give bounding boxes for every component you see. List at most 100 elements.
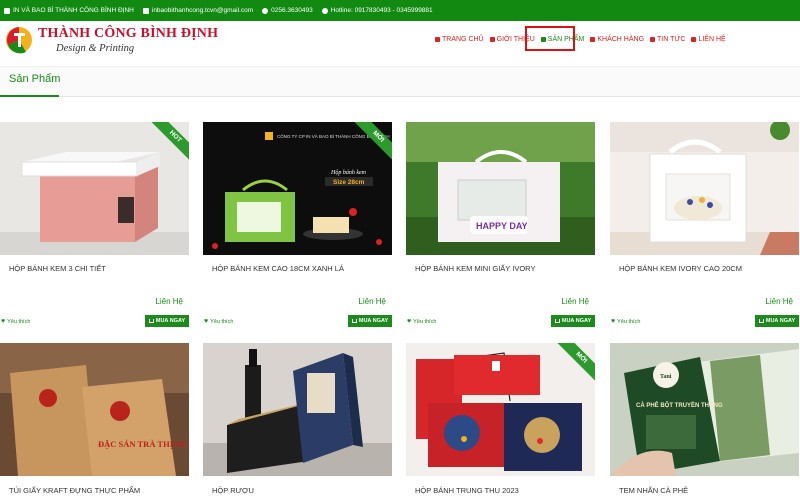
mini-cake-box-image: HAPPY DAY bbox=[406, 122, 595, 255]
site-header: THÀNH CÔNG BÌNH ĐỊNH Design & Printing T… bbox=[0, 21, 800, 67]
product-image[interactable] bbox=[610, 122, 799, 255]
nav-label: LIÊN HỆ bbox=[698, 35, 726, 43]
image-script-text: Hộp bánh kem bbox=[330, 170, 367, 176]
product-name[interactable]: HỘP BÁNH KEM IVORY CAO 20CM bbox=[619, 264, 742, 273]
product-name[interactable]: HỘP BÁNH KEM CAO 18CM XANH LÁ bbox=[212, 264, 344, 273]
coffee-label-image: Tani CÀ PHÊ BỘT TRUYỀN THỐNG bbox=[610, 343, 799, 476]
email-item[interactable]: inbaobithanhcong.tcvn@gmail.com bbox=[142, 7, 253, 14]
product-price: Liên Hệ bbox=[358, 297, 386, 306]
product-card[interactable]: MỚI HỘP BÁNH TRUNG THU 2023 bbox=[406, 343, 595, 498]
hotline-item[interactable]: Hotline: 0917830493 - 0345999881 bbox=[321, 7, 433, 14]
section-header bbox=[0, 67, 800, 97]
company-item: IN VÀ BAO BÌ THÀNH CÔNG BÌNH ĐỊNH bbox=[4, 7, 134, 14]
product-card[interactable]: HỘP RƯỢU bbox=[203, 343, 392, 498]
product-image[interactable]: ĐẶC SẢN TRÀ THỊNH PHÁT bbox=[0, 343, 189, 476]
buy-now-button[interactable]: MUA NGAY bbox=[551, 315, 595, 327]
phone-text[interactable]: 0256.3630493 bbox=[271, 7, 313, 14]
favorite-label: Yêu thích bbox=[7, 318, 31, 325]
wine-box-image bbox=[203, 343, 392, 476]
section-underline bbox=[0, 95, 59, 97]
buy-now-button[interactable]: MUA NGAY bbox=[755, 315, 799, 327]
heart-icon: ♥ bbox=[204, 318, 209, 325]
brand-logo[interactable] bbox=[4, 23, 36, 55]
nav-highlight-box bbox=[525, 26, 575, 51]
svg-text:Tani: Tani bbox=[660, 374, 672, 380]
favorite-toggle[interactable]: ♥ Yêu thích bbox=[611, 318, 640, 325]
favorite-label: Yêu thích bbox=[617, 318, 641, 325]
cart-icon bbox=[148, 319, 154, 323]
product-name[interactable]: HỘP BÁNH KEM 3 CHI TIẾT bbox=[9, 264, 106, 273]
home-icon bbox=[435, 36, 440, 42]
product-name[interactable]: TÚI GIẤY KRAFT ĐỰNG THỰC PHẨM bbox=[9, 486, 140, 495]
green-cake-box-image: CÔNG TY CP IN VÀ BAO BÌ THÀNH CÔNG BÌNH … bbox=[203, 122, 392, 255]
product-card[interactable]: HOT HỘP BÁNH KEM 3 CHI TIẾT Liên Hệ ♥ Yêu… bbox=[0, 122, 189, 332]
product-name[interactable]: HỘP BÁNH TRUNG THU 2023 bbox=[415, 486, 519, 495]
brand-name[interactable]: THÀNH CÔNG BÌNH ĐỊNH bbox=[38, 26, 218, 42]
nav-label: TRANG CHỦ bbox=[442, 35, 484, 43]
buy-label: MUA NGAY bbox=[358, 318, 389, 324]
kraft-bag-image: ĐẶC SẢN TRÀ THỊNH PHÁT bbox=[0, 343, 189, 476]
buy-now-button[interactable]: MUA NGAY bbox=[348, 315, 392, 327]
nav-customers[interactable]: KHÁCH HÀNG bbox=[587, 32, 647, 46]
favorite-label: Yêu thích bbox=[413, 318, 437, 325]
product-name[interactable]: TEM NHÃN CÀ PHÊ bbox=[619, 486, 688, 495]
news-icon bbox=[650, 36, 656, 42]
product-name[interactable]: HỘP RƯỢU bbox=[212, 486, 254, 495]
phone-item[interactable]: 0256.3630493 bbox=[262, 7, 313, 14]
cake-box-image bbox=[0, 122, 189, 255]
buy-label: MUA NGAY bbox=[155, 318, 186, 324]
nav-label: TIN TỨC bbox=[657, 35, 686, 43]
heart-icon: ♥ bbox=[611, 318, 616, 325]
product-image[interactable] bbox=[203, 343, 392, 476]
info-icon bbox=[489, 36, 495, 42]
image-sticker-text: HAPPY DAY bbox=[476, 221, 528, 231]
product-card[interactable]: HAPPY DAY HỘP BÁNH KEM MINI GIẤY IVORY L… bbox=[406, 122, 595, 332]
image-bag-text: ĐẶC SẢN TRÀ THỊNH PHÁT bbox=[98, 439, 189, 449]
product-image[interactable]: HAPPY DAY bbox=[406, 122, 595, 255]
brand-block[interactable]: THÀNH CÔNG BÌNH ĐỊNH Design & Printing bbox=[38, 26, 218, 54]
hotline-text[interactable]: Hotline: 0917830493 - 0345999881 bbox=[331, 7, 433, 14]
mooncake-box-image bbox=[406, 343, 595, 476]
phone-icon bbox=[262, 7, 269, 14]
printer-icon bbox=[4, 7, 10, 14]
nav-news[interactable]: TIN TỨC bbox=[647, 32, 688, 46]
cart-icon bbox=[554, 319, 560, 323]
product-price: Liên Hệ bbox=[155, 297, 183, 306]
email-text[interactable]: inbaobithanhcong.tcvn@gmail.com bbox=[152, 7, 253, 14]
favorite-label: Yêu thích bbox=[210, 318, 234, 325]
image-size-text: Size 28cm bbox=[333, 179, 365, 186]
favorite-toggle[interactable]: ♥ Yêu thích bbox=[1, 318, 30, 325]
email-icon bbox=[142, 7, 149, 14]
buy-label: MUA NGAY bbox=[561, 318, 592, 324]
product-image[interactable]: CÔNG TY CP IN VÀ BAO BÌ THÀNH CÔNG BÌNH … bbox=[203, 122, 392, 255]
cart-icon bbox=[758, 319, 764, 323]
nav-home[interactable]: TRANG CHỦ bbox=[432, 32, 487, 46]
product-image[interactable]: HOT bbox=[0, 122, 189, 255]
section-title: Sản Phẩm bbox=[9, 73, 61, 85]
customers-icon bbox=[590, 36, 596, 42]
nav-label: KHÁCH HÀNG bbox=[597, 35, 645, 43]
product-image[interactable]: Tani CÀ PHÊ BỘT TRUYỀN THỐNG bbox=[610, 343, 799, 476]
buy-label: MUA NGAY bbox=[765, 318, 796, 324]
favorite-toggle[interactable]: ♥ Yêu thích bbox=[204, 318, 233, 325]
top-contact-bar: IN VÀ BAO BÌ THÀNH CÔNG BÌNH ĐỊNH inbaob… bbox=[0, 0, 800, 21]
cart-icon bbox=[351, 319, 357, 323]
buy-now-button[interactable]: MUA NGAY bbox=[145, 315, 189, 327]
product-card[interactable]: Tani CÀ PHÊ BỘT TRUYỀN THỐNG TEM NHÃN CÀ… bbox=[610, 343, 799, 498]
product-image[interactable]: MỚI bbox=[406, 343, 595, 476]
product-card[interactable]: HỘP BÁNH KEM IVORY CAO 20CM Liên Hệ ♥ Yêu… bbox=[610, 122, 799, 332]
heart-icon: ♥ bbox=[1, 318, 6, 325]
product-price: Liên Hệ bbox=[765, 297, 793, 306]
mobile-icon bbox=[321, 7, 328, 14]
product-card[interactable]: ĐẶC SẢN TRÀ THỊNH PHÁT TÚI GIẤY KRAFT ĐỰ… bbox=[0, 343, 189, 498]
mail-icon bbox=[691, 36, 697, 42]
favorite-toggle[interactable]: ♥ Yêu thích bbox=[407, 318, 436, 325]
nav-contact[interactable]: LIÊN HỆ bbox=[688, 32, 728, 46]
image-coffee-text: CÀ PHÊ BỘT TRUYỀN THỐNG bbox=[636, 401, 723, 409]
brand-tagline: Design & Printing bbox=[56, 43, 135, 54]
heart-icon: ♥ bbox=[407, 318, 412, 325]
product-name[interactable]: HỘP BÁNH KEM MINI GIẤY IVORY bbox=[415, 264, 535, 273]
company-text: IN VÀ BAO BÌ THÀNH CÔNG BÌNH ĐỊNH bbox=[13, 7, 134, 14]
ivory-cake-box-image bbox=[610, 122, 799, 255]
product-card[interactable]: CÔNG TY CP IN VÀ BAO BÌ THÀNH CÔNG BÌNH … bbox=[203, 122, 392, 332]
